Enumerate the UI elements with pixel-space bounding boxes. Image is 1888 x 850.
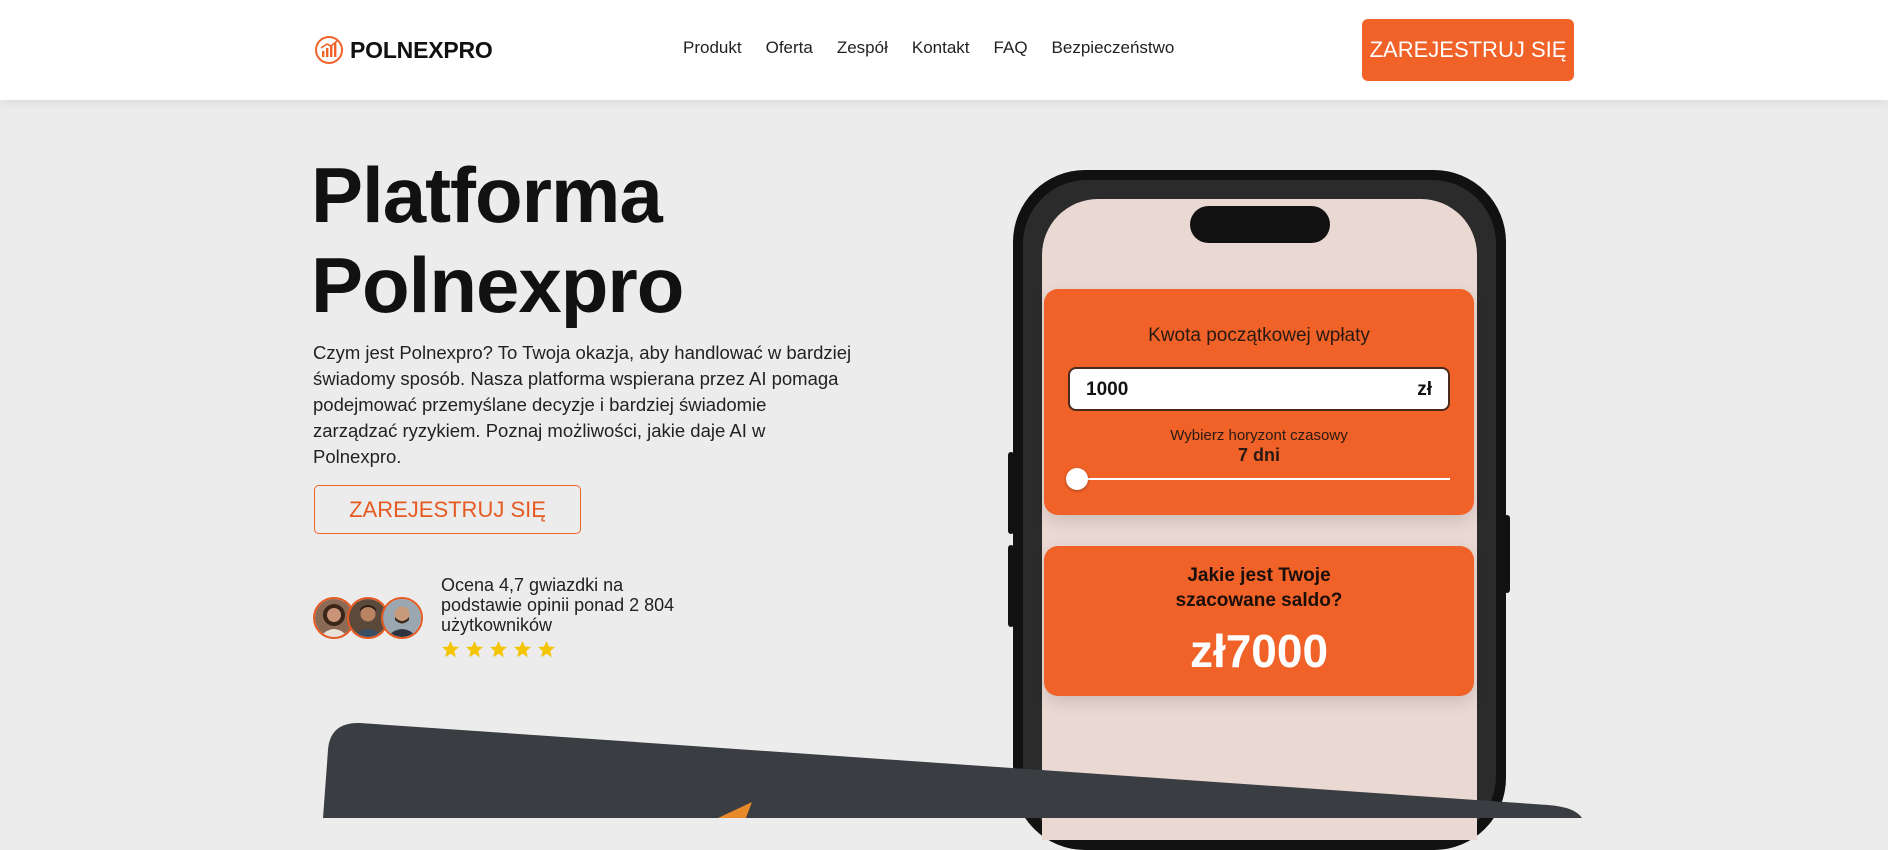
hero-title-line1: Platforma <box>311 151 663 239</box>
nav-item-zespol[interactable]: Zespół <box>837 38 888 58</box>
brand-logo[interactable]: POLNEXPRO <box>314 34 493 66</box>
time-horizon-slider-track[interactable] <box>1078 478 1450 480</box>
deposit-amount-input[interactable]: 1000 zł <box>1068 367 1450 411</box>
hero-title: Platforma Polnexpro <box>311 150 684 330</box>
deposit-card: Kwota początkowej wpłaty 1000 zł Wybierz… <box>1044 289 1474 515</box>
nav-item-faq[interactable]: FAQ <box>994 38 1028 58</box>
time-horizon-label: Wybierz horyzont czasowy <box>1170 427 1348 444</box>
nav-item-kontakt[interactable]: Kontakt <box>912 38 970 58</box>
user-avatars <box>313 597 423 643</box>
dark-feature-panel <box>323 722 1582 818</box>
nav-item-bezpieczenstwo[interactable]: Bezpieczeństwo <box>1052 38 1175 58</box>
time-horizon-slider-thumb[interactable] <box>1066 468 1088 490</box>
phone-power-button <box>1504 515 1510 593</box>
star-icon <box>513 640 532 658</box>
deposit-amount-label: Kwota początkowej wpłaty <box>1148 325 1370 346</box>
avatar <box>381 597 423 639</box>
chart-logo-icon <box>315 36 343 64</box>
balance-question: Jakie jest Twoje szacowane saldo? <box>1044 563 1474 613</box>
nav-item-produkt[interactable]: Produkt <box>683 38 742 58</box>
star-icon <box>489 640 508 658</box>
balance-question-line2: szacowane saldo? <box>1175 590 1343 611</box>
estimated-balance-value: zł7000 <box>1189 625 1329 677</box>
panel-accent-shape <box>718 802 752 818</box>
star-icon <box>537 640 556 658</box>
phone-volume-button <box>1008 452 1014 534</box>
nav-item-oferta[interactable]: Oferta <box>766 38 813 58</box>
star-icon <box>441 640 460 658</box>
register-button-header[interactable]: ZAREJESTRUJ SIĘ <box>1362 19 1574 81</box>
balance-card: Jakie jest Twoje szacowane saldo? zł7000 <box>1044 546 1474 696</box>
main-nav: Produkt Oferta Zespół Kontakt FAQ Bezpie… <box>683 38 1198 58</box>
hero-title-line2: Polnexpro <box>311 241 684 329</box>
phone-volume-button <box>1008 545 1014 627</box>
register-button-hero[interactable]: ZAREJESTRUJ SIĘ <box>314 485 581 534</box>
currency-label: zł <box>1417 379 1432 400</box>
brand-name: POLNEXPRO <box>350 36 493 63</box>
star-icon <box>465 640 484 658</box>
man-avatar-icon <box>383 599 421 637</box>
time-horizon-value: 7 dni <box>1237 445 1280 465</box>
deposit-amount-value: 1000 <box>1086 379 1129 400</box>
hero-description: Czym jest Polnexpro? To Twoja okazja, ab… <box>313 342 852 467</box>
site-header: POLNEXPRO Produkt Oferta Zespół Kontakt … <box>0 0 1888 100</box>
rating-text: Ocena 4,7 gwiazdki na podstawie opinii p… <box>441 575 675 635</box>
balance-question-line1: Jakie jest Twoje <box>1187 565 1331 586</box>
phone-dynamic-island <box>1190 206 1330 243</box>
rating-stars <box>441 640 561 659</box>
